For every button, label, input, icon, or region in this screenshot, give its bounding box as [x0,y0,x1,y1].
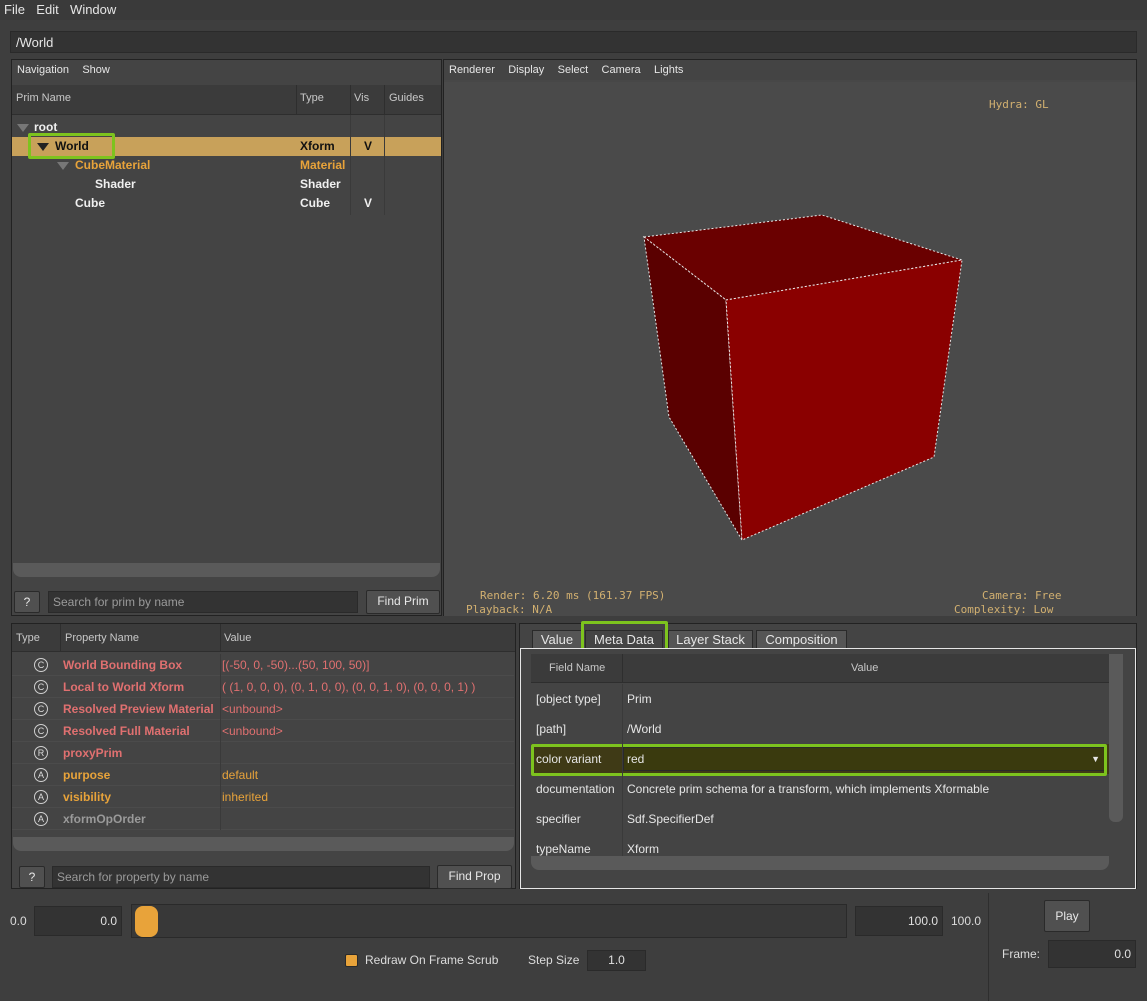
tab-composition[interactable]: Composition [756,630,847,649]
end-frame-input[interactable]: 100.0 [855,906,943,936]
inspector-panel: Value Meta Data Layer Stack Composition … [519,621,1137,889]
metadata-row[interactable]: [object type] Prim [531,684,1109,714]
col-guides[interactable]: Guides [389,92,424,104]
horizontal-scrollbar[interactable] [531,856,1109,870]
help-button[interactable]: ? [14,591,40,613]
menu-select[interactable]: Select [553,62,594,78]
redraw-checkbox[interactable] [345,954,358,967]
timeline-start-label: 0.0 [10,914,27,928]
menu-lights[interactable]: Lights [649,62,688,78]
menu-display[interactable]: Display [503,62,549,78]
menu-show[interactable]: Show [77,62,115,78]
property-row[interactable]: C World Bounding Box [(-50, 0, -50)...(5… [12,654,514,676]
property-header: Type Property Name Value [12,624,515,652]
col-prop-name[interactable]: Property Name [65,632,139,644]
attribute-icon: A [34,790,48,804]
path-field[interactable]: /World [10,31,1137,53]
menu-file[interactable]: File [0,0,29,20]
col-field-name[interactable]: Field Name [549,662,605,674]
property-table: C World Bounding Box [(-50, 0, -50)...(5… [12,654,515,834]
col-vis[interactable]: Vis [354,92,369,104]
property-row[interactable]: C Resolved Full Material <unbound> [12,720,514,742]
tree-row-shader[interactable]: Shader Shader [12,175,441,194]
prim-tree: root World Xform V CubeMaterial Material… [12,115,441,565]
metadata-frame: Field Name Value [object type] Prim [pat… [520,648,1136,889]
menu-camera[interactable]: Camera [597,62,646,78]
step-size-label: Step Size [528,953,580,967]
redraw-label: Redraw On Frame Scrub [365,953,499,967]
metadata-row-color-variant[interactable]: color variant red ▼ [531,744,1109,776]
col-prim-name[interactable]: Prim Name [16,92,71,104]
playback-stats: Playback: N/A [466,603,553,616]
tree-row-cubematerial[interactable]: CubeMaterial Material [12,156,441,175]
property-row[interactable]: R proxyPrim [12,742,514,764]
metadata-row[interactable]: [path] /World [531,714,1109,744]
property-row[interactable]: C Resolved Preview Material <unbound> [12,698,514,720]
menu-renderer[interactable]: Renderer [444,62,500,78]
find-prim-button[interactable]: Find Prim [366,590,440,614]
prim-browser-menu: Navigation Show [12,60,441,80]
play-button[interactable]: Play [1044,900,1090,932]
help-button[interactable]: ? [19,866,45,888]
menu-window[interactable]: Window [66,0,120,20]
relationship-icon: R [34,746,48,760]
computed-icon: C [34,680,48,694]
start-frame-input[interactable]: 0.0 [34,906,122,936]
property-row[interactable]: A visibility inherited [12,786,514,808]
viewport-menu: Renderer Display Select Camera Lights [444,60,1136,80]
menu-navigation[interactable]: Navigation [12,62,74,78]
computed-icon: C [34,702,48,716]
complexity-stats: Complexity: Low [954,603,1054,616]
metadata-table: [object type] Prim [path] /World color v… [531,684,1109,864]
3d-viewport[interactable]: Hydra: GL Render: 6.20 ms (161.37 FPS) P… [444,82,1136,616]
find-prop-button[interactable]: Find Prop [437,865,512,889]
frame-slider[interactable] [131,904,847,938]
cube-render [642,214,963,541]
metadata-header: Field Name Value [531,654,1109,683]
computed-icon: C [34,658,48,672]
metadata-row[interactable]: documentation Concrete prim schema for a… [531,774,1109,804]
prim-search-input[interactable]: Search for prim by name [48,591,358,613]
tab-value[interactable]: Value [532,630,582,649]
prim-tree-header: Prim Name Type Vis Guides [12,85,441,115]
expand-icon[interactable] [57,161,69,170]
vertical-scrollbar[interactable] [1109,654,1123,822]
camera-stats: Camera: Free [982,589,1062,602]
prim-browser-panel: Navigation Show Prim Name Type Vis Guide… [11,59,442,616]
menu-bar: File Edit Window [0,0,1147,20]
horizontal-scrollbar[interactable] [13,563,440,577]
timeline-end-label: 100.0 [951,914,982,928]
render-stats: Render: 6.20 ms (161.37 FPS) [480,589,666,602]
attribute-icon: A [34,768,48,782]
frame-slider-handle[interactable] [135,906,158,937]
col-field-value[interactable]: Value [851,662,878,674]
attribute-icon: A [34,812,48,826]
computed-icon: C [34,724,48,738]
col-type[interactable]: Type [300,92,324,104]
property-row[interactable]: C Local to World Xform ( (1, 0, 0, 0), (… [12,676,514,698]
tree-row-world[interactable]: World Xform V [12,133,441,159]
menu-edit[interactable]: Edit [32,0,62,20]
property-search-input[interactable]: Search for property by name [52,866,430,888]
property-row[interactable]: A xformOpOrder [12,808,514,830]
metadata-row[interactable]: specifier Sdf.SpecifierDef [531,804,1109,834]
property-panel: Type Property Name Value C World Boundin… [11,623,516,889]
col-prop-value[interactable]: Value [224,632,251,644]
expand-icon[interactable] [17,123,29,132]
tree-row-cube[interactable]: Cube Cube V [12,194,441,213]
current-frame-input[interactable]: 0.0 [1048,940,1136,968]
highlight-box [531,744,1107,776]
viewport-panel: Renderer Display Select Camera Lights Hy… [443,59,1137,616]
property-row[interactable]: A purpose default [12,764,514,786]
col-prop-type[interactable]: Type [16,632,40,644]
tab-layer-stack[interactable]: Layer Stack [668,630,753,649]
horizontal-scrollbar[interactable] [13,837,514,851]
frame-label: Frame: [1002,947,1041,961]
step-size-input[interactable]: 1.0 [587,950,646,971]
